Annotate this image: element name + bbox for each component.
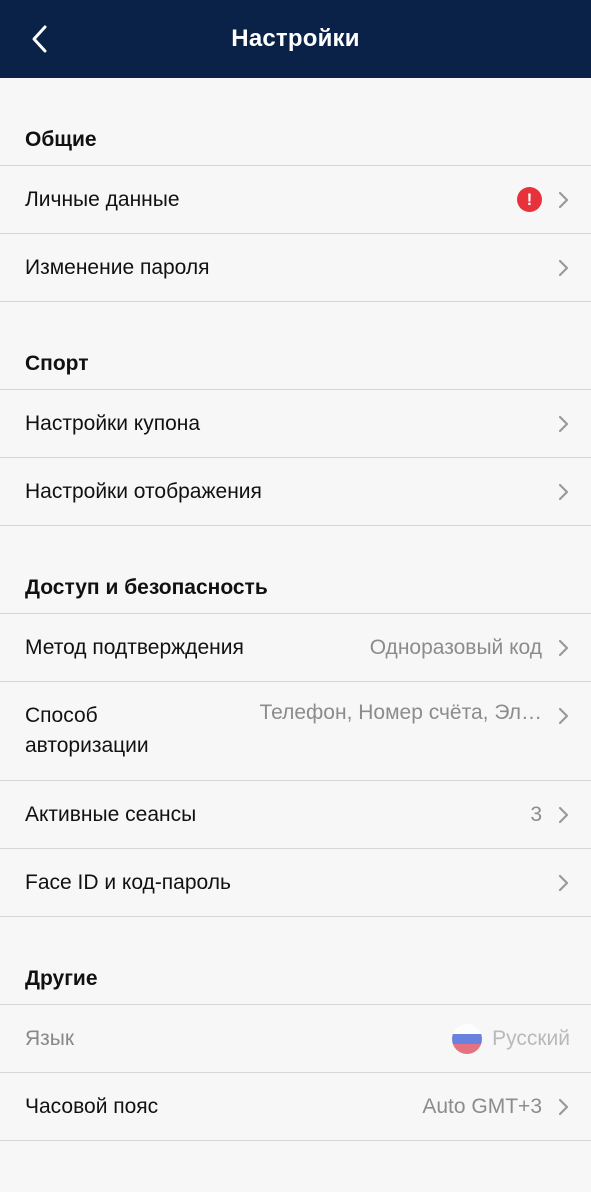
item-label: Настройки купона: [25, 411, 201, 435]
item-label: Изменение пароля: [25, 255, 210, 279]
chevron-right-icon: [558, 874, 569, 891]
chevron-right-icon: [558, 806, 569, 823]
settings-item-display-settings[interactable]: Настройки отображения: [0, 458, 591, 526]
item-label: Метод подтверждения: [25, 635, 244, 659]
settings-item-timezone[interactable]: Часовой пояс Auto GMT+3: [0, 1073, 591, 1141]
settings-item-auth-method[interactable]: Способ авторизации Телефон, Номер счёта,…: [0, 682, 591, 781]
chevron-right-icon: [558, 1098, 569, 1115]
settings-item-coupon-settings[interactable]: Настройки купона: [0, 390, 591, 458]
item-label: Способ авторизации: [25, 704, 149, 757]
chevron-right-icon: [558, 639, 569, 656]
settings-item-face-id[interactable]: Face ID и код-пароль: [0, 849, 591, 917]
chevron-right-icon: [558, 191, 569, 208]
chevron-right-icon: [558, 415, 569, 432]
item-value: Auto GMT+3: [422, 1094, 542, 1118]
section-title-security: Доступ и безопасность: [0, 526, 591, 614]
top-bar: Настройки: [0, 0, 591, 78]
item-label: Face ID и код-пароль: [25, 870, 231, 894]
page-title: Настройки: [231, 25, 360, 52]
item-value: Русский: [492, 1026, 570, 1050]
item-label: Язык: [25, 1026, 75, 1050]
settings-item-change-password[interactable]: Изменение пароля: [0, 234, 591, 302]
chevron-left-icon: [32, 25, 47, 53]
settings-item-language[interactable]: Язык Русский: [0, 1005, 591, 1073]
item-value: Одноразовый код: [369, 635, 542, 659]
item-label: Часовой пояс: [25, 1094, 159, 1118]
section-title-general: Общие: [0, 78, 591, 166]
section-title-sport: Спорт: [0, 302, 591, 390]
item-label: Активные сеансы: [25, 802, 197, 826]
item-label: Настройки отображения: [25, 479, 262, 503]
item-value: Телефон, Номер счёта, Эл…: [259, 701, 542, 724]
item-label: Личные данные: [25, 187, 180, 211]
chevron-right-icon: [558, 259, 569, 276]
settings-item-confirmation-method[interactable]: Метод подтверждения Одноразовый код: [0, 614, 591, 682]
chevron-right-icon: [558, 483, 569, 500]
chevron-right-icon: [558, 707, 569, 725]
section-title-other: Другие: [0, 917, 591, 1005]
back-button[interactable]: [14, 0, 64, 78]
settings-item-active-sessions[interactable]: Активные сеансы 3: [0, 781, 591, 849]
settings-item-personal-data[interactable]: Личные данные !: [0, 166, 591, 234]
alert-icon: !: [517, 187, 542, 212]
item-value: 3: [530, 802, 542, 826]
russia-flag-icon: [452, 1023, 483, 1054]
